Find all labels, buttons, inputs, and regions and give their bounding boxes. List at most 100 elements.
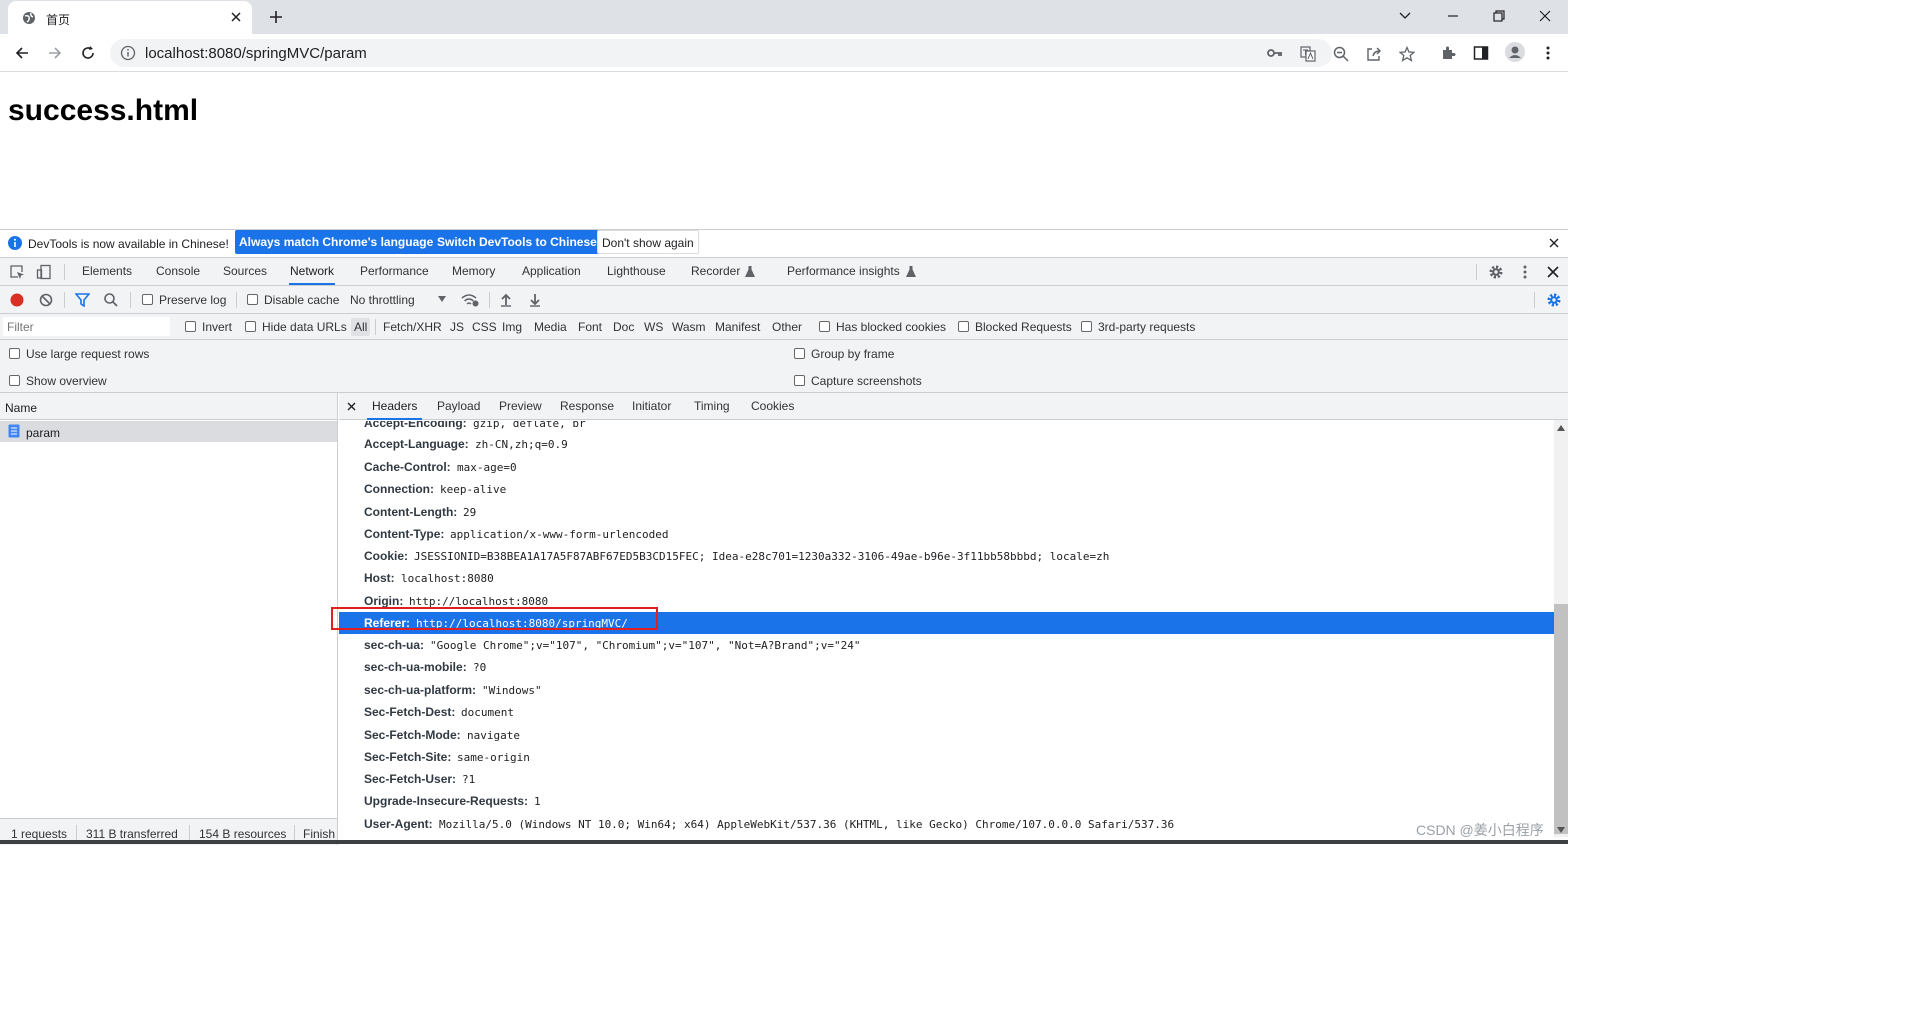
tab-search-icon[interactable] — [1398, 9, 1412, 23]
close-details-icon[interactable] — [347, 402, 356, 411]
device-toolbar-icon[interactable] — [36, 264, 52, 280]
site-info-icon[interactable] — [120, 45, 136, 61]
filter-type-fetch-xhr[interactable]: Fetch/XHR — [383, 320, 442, 334]
blocked-requests-checkbox[interactable]: Blocked Requests — [958, 320, 1072, 334]
network-settings-icon[interactable] — [1546, 292, 1562, 308]
tab-response[interactable]: Response — [555, 393, 619, 420]
request-list-header[interactable]: Name — [0, 393, 337, 420]
tab-headers[interactable]: Headers — [367, 393, 423, 420]
filter-type-wasm[interactable]: Wasm — [672, 320, 706, 334]
search-icon[interactable] — [104, 293, 118, 307]
tab-performance[interactable]: Performance — [359, 258, 430, 285]
always-match-language-button[interactable]: Always match Chrome's language — [235, 230, 438, 254]
header-row[interactable]: Upgrade-Insecure-Requests: 1 — [339, 790, 1554, 812]
header-row[interactable]: sec-ch-ua-mobile: ?0 — [339, 656, 1554, 678]
reload-icon[interactable] — [80, 45, 96, 61]
share-icon[interactable] — [1366, 46, 1382, 62]
tab-cookies[interactable]: Cookies — [746, 393, 799, 420]
close-devtools-icon[interactable] — [1547, 266, 1559, 278]
tab-recorder[interactable]: Recorder — [690, 258, 741, 285]
request-row[interactable]: param — [0, 421, 337, 442]
tab-timing[interactable]: Timing — [689, 393, 735, 420]
forward-icon[interactable] — [47, 45, 63, 61]
bookmark-star-icon[interactable] — [1399, 46, 1415, 62]
has-blocked-cookies-checkbox[interactable]: Has blocked cookies — [819, 320, 946, 334]
filter-type-manifest[interactable]: Manifest — [715, 320, 760, 334]
chrome-menu-icon[interactable] — [1545, 45, 1551, 61]
close-tab-icon[interactable] — [230, 11, 242, 23]
filter-icon[interactable] — [75, 293, 90, 307]
tab-console[interactable]: Console — [155, 258, 201, 285]
header-row[interactable]: Host: localhost:8080 — [339, 567, 1554, 589]
scroll-up-arrow-icon[interactable] — [1557, 425, 1565, 431]
throttling-select[interactable]: No throttling — [350, 293, 415, 307]
network-conditions-icon[interactable] — [461, 293, 479, 307]
restore-icon[interactable] — [1492, 9, 1506, 23]
inspect-element-icon[interactable] — [9, 264, 25, 280]
infobar-close-icon[interactable] — [1549, 238, 1559, 248]
clear-icon[interactable] — [39, 293, 53, 307]
header-row[interactable]: Sec-Fetch-Dest: document — [339, 701, 1554, 723]
tab-lighthouse[interactable]: Lighthouse — [606, 258, 667, 285]
export-har-icon[interactable] — [529, 293, 541, 307]
tab-sources[interactable]: Sources — [222, 258, 268, 285]
scroll-down-arrow-icon[interactable] — [1557, 827, 1565, 833]
switch-to-chinese-button[interactable]: Switch DevTools to Chinese — [433, 230, 601, 254]
large-rows-checkbox[interactable]: Use large request rows — [9, 347, 149, 361]
group-by-frame-checkbox[interactable]: Group by frame — [794, 347, 894, 361]
browser-tab[interactable]: 首页 — [8, 1, 252, 34]
scrollbar-thumb[interactable] — [1554, 604, 1568, 834]
third-party-requests-checkbox[interactable]: 3rd-party requests — [1081, 320, 1195, 334]
hide-data-urls-checkbox[interactable]: Hide data URLs — [245, 320, 347, 334]
tab-performance-insights[interactable]: Performance insights — [786, 258, 901, 285]
dont-show-again-button[interactable]: Don't show again — [597, 230, 699, 254]
header-row[interactable]: Connection: keep-alive — [339, 478, 1554, 500]
import-har-icon[interactable] — [500, 293, 512, 307]
header-row[interactable]: Content-Length: 29 — [339, 501, 1554, 523]
header-row[interactable]: sec-ch-ua: "Google Chrome";v="107", "Chro… — [339, 634, 1554, 656]
header-row[interactable]: Cookie: JSESSIONID=B38BEA1A17A5F87ABF67ED… — [339, 545, 1554, 567]
settings-gear-icon[interactable] — [1488, 264, 1504, 280]
back-icon[interactable] — [14, 45, 30, 61]
header-row[interactable]: Cache-Control: max-age=0 — [339, 456, 1554, 478]
side-panel-icon[interactable] — [1473, 45, 1489, 61]
customize-menu-icon[interactable] — [1522, 264, 1528, 280]
tab-payload[interactable]: Payload — [432, 393, 485, 420]
filter-type-css[interactable]: CSS — [472, 320, 497, 334]
address-bar[interactable]: localhost:8080/springMVC/param — [110, 39, 1415, 67]
header-row[interactable]: Sec-Fetch-Mode: navigate — [339, 724, 1554, 746]
filter-type-doc[interactable]: Doc — [613, 320, 634, 334]
tab-elements[interactable]: Elements — [81, 258, 133, 285]
header-row[interactable]: Sec-Fetch-User: ?1 — [339, 768, 1554, 790]
filter-type-media[interactable]: Media — [534, 320, 567, 334]
filter-type-js[interactable]: JS — [450, 320, 464, 334]
minimize-icon[interactable] — [1446, 9, 1460, 23]
header-row[interactable]: Sec-Fetch-Site: same-origin — [339, 746, 1554, 768]
record-icon[interactable] — [10, 293, 24, 307]
zoom-icon[interactable] — [1333, 46, 1349, 62]
translate-icon[interactable] — [1300, 46, 1316, 62]
show-overview-checkbox[interactable]: Show overview — [9, 374, 107, 388]
header-row[interactable]: Content-Type: application/x-www-form-urle… — [339, 523, 1554, 545]
header-row[interactable]: User-Agent: Mozilla/5.0 (Windows NT 10.0;… — [339, 813, 1554, 835]
filter-type-img[interactable]: Img — [502, 320, 522, 334]
invert-checkbox[interactable]: Invert — [185, 320, 232, 334]
filter-type-other[interactable]: Other — [772, 320, 802, 334]
tab-network[interactable]: Network — [289, 258, 336, 285]
tab-application[interactable]: Application — [521, 258, 582, 285]
filter-type-ws[interactable]: WS — [644, 320, 663, 334]
tab-initiator[interactable]: Initiator — [627, 393, 676, 420]
filter-type-font[interactable]: Font — [578, 320, 602, 334]
tab-memory[interactable]: Memory — [451, 258, 496, 285]
key-icon[interactable] — [1267, 46, 1283, 60]
header-row[interactable]: sec-ch-ua-platform: "Windows" — [339, 679, 1554, 701]
new-tab-icon[interactable] — [268, 9, 284, 25]
profile-avatar-icon[interactable] — [1505, 42, 1525, 62]
capture-screenshots-checkbox[interactable]: Capture screenshots — [794, 374, 922, 388]
header-row[interactable]: Accept-Language: zh-CN,zh;q=0.9 — [339, 433, 1554, 455]
tab-preview[interactable]: Preview — [494, 393, 547, 420]
preserve-log-checkbox[interactable]: Preserve log — [142, 293, 226, 307]
filter-input[interactable] — [3, 317, 170, 336]
extensions-icon[interactable] — [1440, 45, 1456, 61]
window-close-icon[interactable] — [1538, 9, 1552, 23]
